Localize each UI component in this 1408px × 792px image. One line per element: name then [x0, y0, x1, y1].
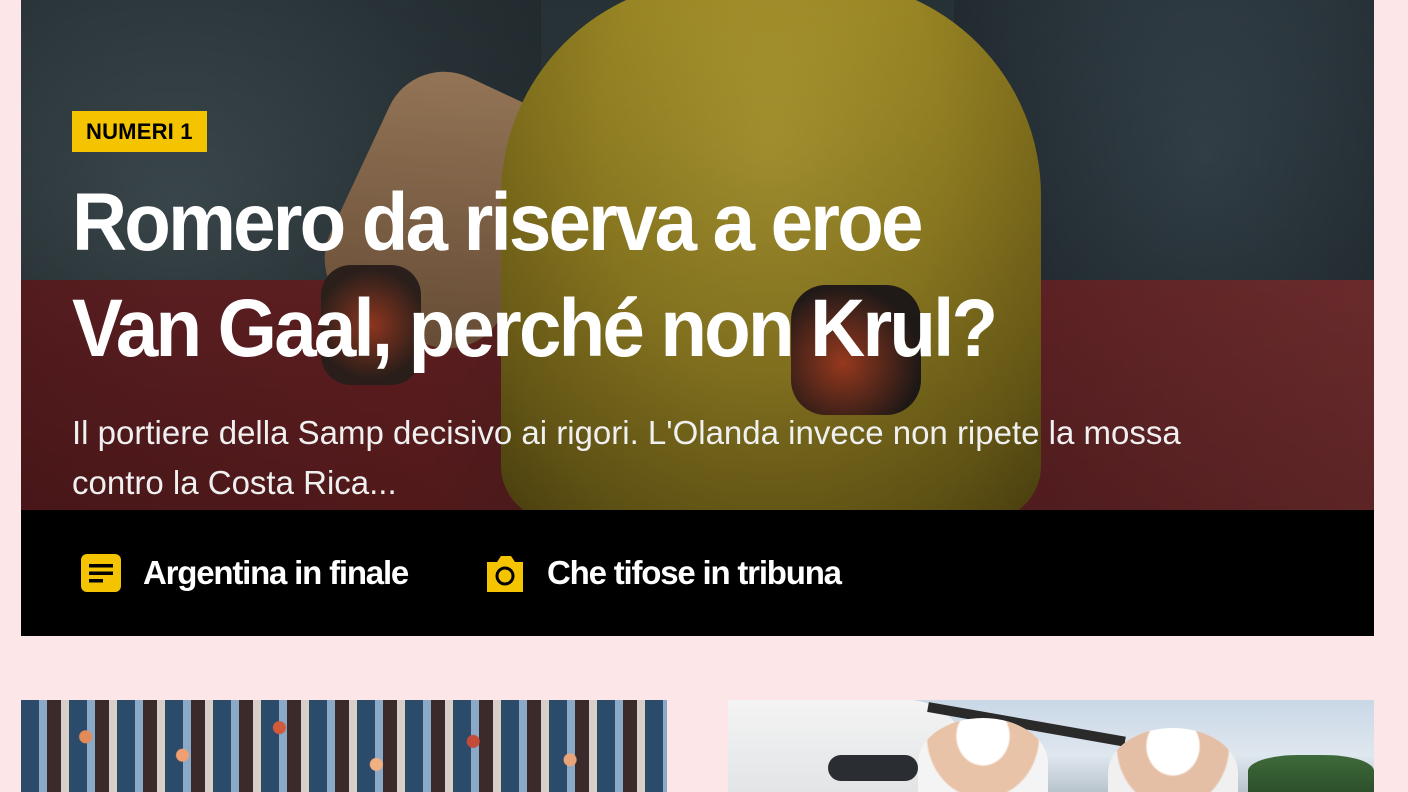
related-link-argentina[interactable]: Argentina in finale [79, 548, 409, 598]
news-card-pope[interactable] [728, 700, 1374, 792]
related-links-bar: Argentina in finale Che tifose in tribun… [21, 510, 1374, 636]
article-icon [81, 554, 121, 592]
headline-line-2: Van Gaal, perché non Krul? [72, 283, 998, 374]
page: NUMERI 1 Romero da riserva a eroe Van Ga… [0, 0, 1408, 792]
headline-line-1: Romero da riserva a eroe [72, 177, 923, 268]
related-link-tifose[interactable]: Che tifose in tribuna [483, 548, 842, 598]
hero-article[interactable]: NUMERI 1 Romero da riserva a eroe Van Ga… [21, 0, 1374, 510]
headline[interactable]: Romero da riserva a eroe Van Gaal, perch… [72, 170, 1188, 382]
news-card-crowd[interactable] [21, 700, 667, 792]
article-summary: Il portiere della Samp decisivo ai rigor… [72, 414, 1181, 501]
kicker-badge: NUMERI 1 [72, 111, 207, 152]
camera-icon [487, 556, 523, 592]
related-link-label: Argentina in finale [143, 554, 409, 591]
related-link-label: Che tifose in tribuna [547, 554, 842, 591]
